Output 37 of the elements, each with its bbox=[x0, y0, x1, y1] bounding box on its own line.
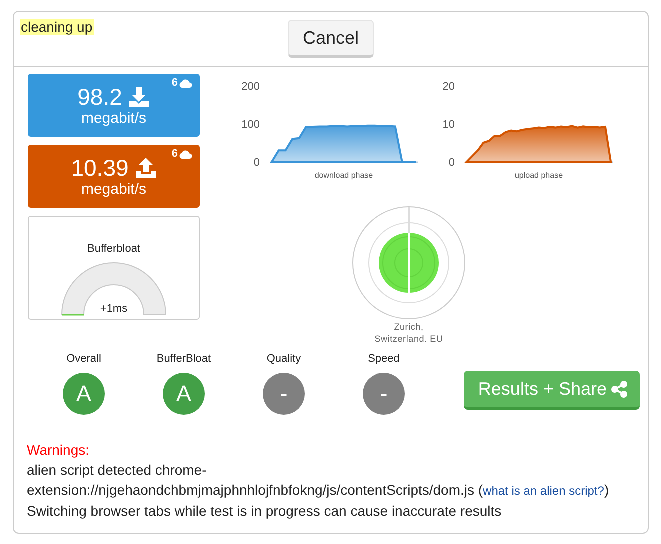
status-text: cleaning up bbox=[20, 19, 94, 35]
grade-label: Overall bbox=[66, 353, 102, 365]
grade-badge: A bbox=[63, 373, 105, 415]
cloud-icon bbox=[179, 150, 192, 158]
server-location: Zurich, bbox=[393, 321, 425, 333]
axis-label: download phase bbox=[314, 171, 374, 180]
grade-label: Quality bbox=[266, 353, 302, 365]
share-icon bbox=[611, 380, 628, 398]
axis-label: upload phase bbox=[514, 171, 564, 180]
upload-icon bbox=[134, 157, 157, 179]
upload-speed-value: 10.39 bbox=[71, 155, 129, 181]
bufferbloat-reading: +1ms bbox=[99, 303, 129, 315]
download-icon bbox=[128, 86, 150, 108]
grade-badge: A bbox=[163, 373, 205, 415]
grade-badge: - bbox=[363, 373, 405, 415]
axis-tick-label: 100 bbox=[242, 119, 260, 131]
warnings-title: Warnings: bbox=[27, 441, 91, 460]
grade-label: BufferBloat bbox=[156, 353, 212, 365]
speed-unit: megabit/s bbox=[81, 181, 147, 198]
axis-tick-label: 10 bbox=[442, 119, 455, 131]
server-location: Switzerland. EU bbox=[374, 333, 444, 345]
grade-label: Speed bbox=[368, 353, 400, 365]
bufferbloat-title: Bufferbloat bbox=[87, 243, 140, 255]
grade-badge: - bbox=[263, 373, 305, 415]
axis-tick-label: 0 bbox=[448, 157, 455, 169]
axis-tick-label: 20 bbox=[442, 81, 455, 93]
download-speed-value: 98.2 bbox=[78, 84, 122, 110]
alien-script-warning: alien script detected chrome-extension://njgehaondchbmjmajphnhlojfnbfokng/js/contentScripts/dom.js (what is an alien script?) bbox=[27, 461, 610, 500]
tab-switch-warning: Switching browser tabs while test is in progress can cause inaccurate results bbox=[27, 502, 503, 521]
axis-tick-label: 200 bbox=[242, 81, 260, 93]
alien-script-link[interactable]: what is an alien script? bbox=[483, 484, 604, 498]
cloud-icon bbox=[179, 78, 192, 88]
cancel-button[interactable]: Cancel bbox=[288, 20, 374, 58]
axis-tick-label: 0 bbox=[254, 157, 260, 169]
stream-count: 6 bbox=[172, 77, 178, 89]
speed-unit: megabit/s bbox=[81, 110, 147, 127]
stream-count: 6 bbox=[172, 148, 178, 160]
